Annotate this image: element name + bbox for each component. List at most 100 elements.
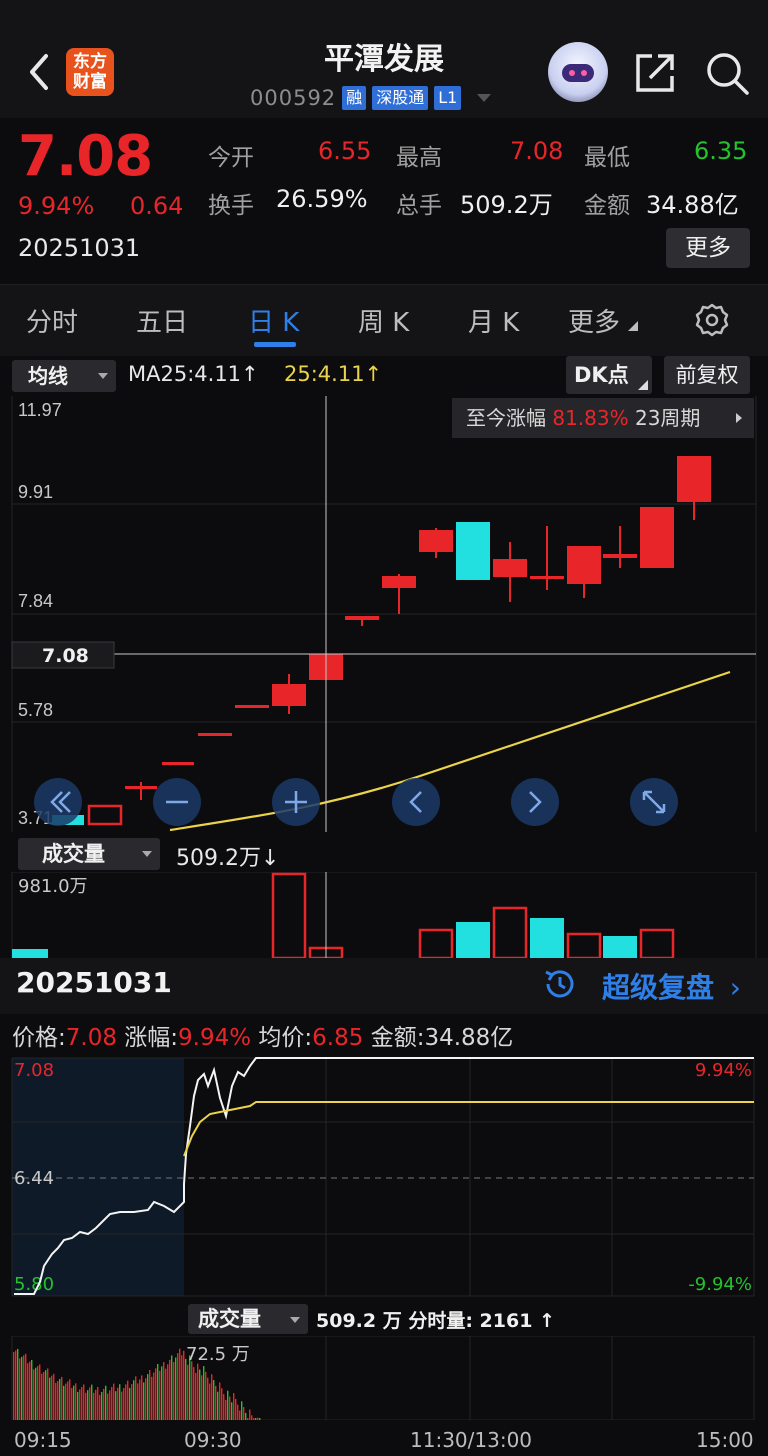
- intraday-volume-bar: [151, 1376, 153, 1420]
- intraday-volume-bar: [115, 1391, 117, 1420]
- intraday-volume-bar: [121, 1391, 123, 1420]
- intraday-volume-bar: [83, 1384, 85, 1420]
- chevron-down-icon[interactable]: [477, 94, 492, 102]
- chevron-right-icon: ›: [729, 971, 741, 1004]
- candle: [125, 786, 157, 789]
- intraday-volume-bar: [71, 1388, 73, 1420]
- tab-weekly-k[interactable]: 周 K: [358, 302, 409, 339]
- candle: [456, 522, 490, 580]
- candle: [87, 804, 123, 826]
- intraday-volume-bar: [43, 1371, 45, 1420]
- intraday-volume-bar: [49, 1377, 51, 1420]
- margin-tag: 融: [342, 86, 367, 110]
- stock-title: 平潭发展: [324, 42, 444, 77]
- intraday-volume-chart[interactable]: 72.5 万: [0, 1335, 768, 1421]
- volume-chart[interactable]: 981.0万: [0, 871, 768, 960]
- chevron-down-icon: [142, 851, 152, 857]
- tab-daily-k[interactable]: 日 K: [248, 302, 299, 339]
- intraday-chart[interactable]: 7.08 6.44 5.80 9.94% -9.94%: [0, 1056, 768, 1300]
- intraday-volume-bar: [197, 1363, 199, 1420]
- intraday-volume-bar: [181, 1355, 183, 1420]
- stock-code-row[interactable]: 000592 融 深股通 L1: [250, 84, 492, 112]
- y-top-label: 7.08: [14, 1060, 54, 1081]
- gear-icon[interactable]: [694, 302, 730, 338]
- super-replay-link[interactable]: 超级复盘 ›: [602, 966, 741, 1006]
- intraday-volume-bar: [193, 1367, 195, 1420]
- indicator-select[interactable]: 均线: [12, 360, 116, 392]
- active-tab-indicator: [254, 342, 296, 347]
- amount-value: 34.88亿: [646, 191, 739, 219]
- search-icon[interactable]: [704, 50, 750, 96]
- intraday-volume-bar: [241, 1401, 243, 1420]
- intraday-volume-select[interactable]: 成交量: [188, 1304, 308, 1334]
- intraday-volume-bar: [85, 1392, 87, 1420]
- intraday-volume-bar: [125, 1384, 127, 1420]
- intraday-volume-bar: [165, 1368, 167, 1420]
- change-percent: 9.94%: [18, 192, 95, 220]
- intraday-volume-bar: [153, 1372, 155, 1420]
- intraday-volume-label: 成交量: [198, 1307, 261, 1331]
- intraday-volume-bar: [13, 1352, 15, 1420]
- tab-monthly-k[interactable]: 月 K: [468, 302, 519, 339]
- intraday-volume-bar: [177, 1353, 179, 1420]
- intraday-volume-bar: [243, 1407, 245, 1420]
- candle: [493, 559, 527, 577]
- intraday-volume-bar: [135, 1376, 137, 1420]
- intraday-volume-bar: [201, 1375, 203, 1420]
- volume-bar: [530, 918, 564, 958]
- intraday-volume-bar: [229, 1396, 231, 1420]
- back-icon[interactable]: [22, 50, 58, 94]
- avg-label: 均价:: [258, 1025, 313, 1051]
- tab-more[interactable]: 更多: [568, 302, 639, 339]
- since-gain-box[interactable]: 至今涨幅 81.83% 23周期: [452, 398, 754, 438]
- intraday-volume-bar: [171, 1355, 173, 1420]
- price-label: 价格:: [12, 1025, 66, 1051]
- app-logo[interactable]: 东方 财富: [66, 48, 114, 96]
- intraday-volume-bar: [249, 1409, 251, 1420]
- intraday-volume-bar: [111, 1386, 113, 1420]
- since-percent: 81.83%: [552, 406, 629, 430]
- intraday-volume-bar: [89, 1387, 91, 1420]
- intraday-volume-bar: [15, 1350, 17, 1420]
- intraday-volume-bar: [259, 1418, 261, 1420]
- share-icon[interactable]: [634, 52, 676, 94]
- history-icon[interactable]: [542, 966, 578, 1006]
- chevron-down-icon: [98, 373, 108, 379]
- candle: [382, 576, 416, 588]
- intraday-volume-bar: [91, 1384, 93, 1420]
- intraday-volume-bar: [81, 1386, 83, 1420]
- kline-chart[interactable]: 11.97 9.91 7.84 5.78 3.71 7.08: [0, 396, 768, 832]
- candles: [52, 456, 711, 826]
- prev-button[interactable]: [392, 778, 440, 826]
- amount-value: 34.88亿: [424, 1025, 514, 1051]
- candle: [235, 705, 269, 708]
- intraday-volume-bar: [101, 1391, 103, 1420]
- intraday-volume-bar: [179, 1348, 181, 1420]
- intraday-volume-bar: [211, 1374, 213, 1420]
- assistant-robot-icon[interactable]: [548, 42, 608, 102]
- time-label-1130: 11:30/13:00: [410, 1428, 533, 1452]
- more-quote-button[interactable]: 更多: [666, 228, 750, 268]
- tab-five-day[interactable]: 五日: [136, 302, 188, 339]
- intraday-volume-bar: [25, 1353, 27, 1420]
- candle: [162, 762, 194, 765]
- tab-intraday[interactable]: 分时: [26, 302, 78, 339]
- adjust-button[interactable]: 前复权: [664, 356, 750, 394]
- indicator-select-label: 均线: [28, 364, 68, 388]
- pct-top-label: 9.94%: [695, 1060, 752, 1081]
- intraday-volume-bar: [167, 1364, 169, 1420]
- intraday-volume-bar: [69, 1379, 71, 1420]
- candle: [530, 576, 564, 579]
- intraday-volume-bar: [37, 1366, 39, 1420]
- volume-value: 509.2万: [460, 191, 553, 219]
- intraday-volume-readout: 509.2 万 分时量: 2161 ↑: [316, 1310, 555, 1332]
- next-button[interactable]: [511, 778, 559, 826]
- volume-indicator-select[interactable]: 成交量: [18, 838, 160, 870]
- intraday-volume-bar: [155, 1368, 157, 1420]
- volume-readout: 509.2万↓: [176, 846, 280, 871]
- intraday-volume-bar: [159, 1370, 161, 1420]
- rewind-button[interactable]: [34, 778, 82, 826]
- dk-point-button[interactable]: DK点: [566, 356, 652, 394]
- intraday-volume-bar: [235, 1398, 237, 1420]
- corner-triangle-icon: [628, 321, 639, 331]
